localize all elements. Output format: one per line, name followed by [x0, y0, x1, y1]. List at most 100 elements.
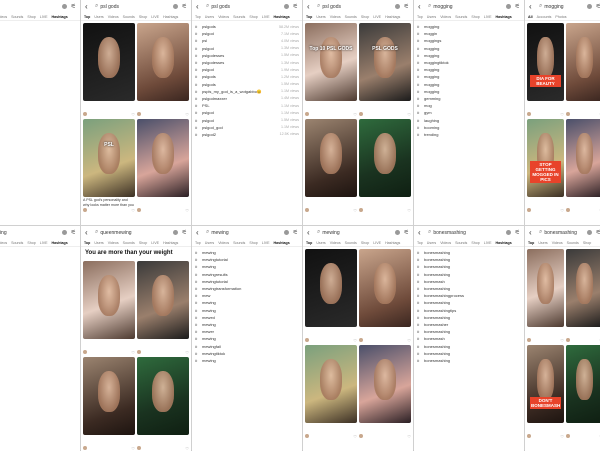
tab-shop[interactable]: Shop: [139, 241, 147, 245]
hashtag-row[interactable]: # bonesmashing: [417, 285, 521, 292]
video-thumbnail[interactable]: [83, 261, 135, 339]
avatar[interactable]: [305, 208, 309, 212]
hashtag-row[interactable]: # mewed: [195, 314, 299, 321]
hashtag-row[interactable]: # bonesmashing: [417, 256, 521, 263]
video-thumbnail[interactable]: [566, 119, 600, 197]
hashtag-row[interactable]: #: [0, 66, 77, 73]
avatar[interactable]: [527, 434, 531, 438]
hashtag-row[interactable]: # bonesmash: [417, 335, 521, 342]
hashtag-row[interactable]: # mew: [195, 292, 299, 299]
filter-icon[interactable]: ⚟: [182, 229, 187, 236]
hashtag-row[interactable]: # bonesmashing: [417, 249, 521, 256]
hashtag-row[interactable]: #: [0, 152, 77, 159]
tab-sounds[interactable]: Sounds: [567, 241, 579, 245]
heart-icon[interactable]: ♡: [353, 434, 357, 439]
clear-icon[interactable]: [172, 4, 178, 9]
tab-videos[interactable]: Videos: [108, 241, 119, 245]
avatar[interactable]: [566, 434, 570, 438]
filter-icon[interactable]: ⚟: [71, 3, 76, 10]
tab-videos[interactable]: Videos: [0, 241, 7, 245]
hashtag-row[interactable]: # bonesmashingprocess: [417, 292, 521, 299]
back-arrow-icon[interactable]: ‹: [529, 2, 535, 11]
video-thumbnail[interactable]: PSL: [83, 119, 135, 197]
search-input[interactable]: psl gods: [322, 4, 392, 10]
video-thumbnail[interactable]: [359, 119, 411, 197]
tab-hashtags[interactable]: Hashtags: [385, 241, 400, 245]
hashtag-row[interactable]: #: [0, 256, 77, 263]
tab-videos[interactable]: Videos: [218, 241, 229, 245]
tab-sounds[interactable]: Sounds: [455, 15, 467, 19]
avatar[interactable]: [305, 112, 309, 116]
heart-icon[interactable]: ♡: [353, 208, 357, 213]
tab-hashtags[interactable]: Hashtags: [163, 15, 178, 19]
tab-top[interactable]: Top: [306, 15, 312, 19]
video-card[interactable]: ♡: [83, 261, 135, 355]
video-thumbnail[interactable]: [137, 23, 189, 101]
avatar[interactable]: [83, 208, 87, 212]
hashtag-row[interactable]: # mewingfail: [195, 342, 299, 349]
back-arrow-icon[interactable]: ‹: [85, 2, 91, 11]
back-arrow-icon[interactable]: ‹: [307, 228, 313, 237]
hashtag-row[interactable]: #: [0, 378, 77, 385]
back-arrow-icon[interactable]: ‹: [418, 228, 424, 237]
hashtag-row[interactable]: # mewingtransformation: [195, 285, 299, 292]
video-thumbnail[interactable]: [305, 249, 357, 327]
avatar[interactable]: [83, 112, 87, 116]
heart-icon[interactable]: ♡: [560, 434, 564, 439]
avatar[interactable]: [305, 338, 309, 342]
hashtag-row[interactable]: #: [0, 81, 77, 88]
tab-shop[interactable]: Shop: [249, 15, 257, 19]
video-card[interactable]: ♡: [83, 23, 135, 117]
hashtag-row[interactable]: # bonesmash: [417, 278, 521, 285]
tab-live[interactable]: LIVE: [373, 15, 381, 19]
hashtag-row[interactable]: # mogging: [417, 23, 521, 30]
hashtag-row[interactable]: # mewing: [195, 263, 299, 270]
search-bar[interactable]: ‹ ⌕ psl gods ⚟: [303, 0, 413, 13]
hashtag-row[interactable]: # pslgodesses 1.5M views: [195, 52, 299, 59]
hashtag-row[interactable]: # bonesmashing: [417, 357, 521, 364]
hashtag-row[interactable]: #: [0, 400, 77, 407]
search-input[interactable]: psl gods: [100, 4, 170, 10]
hashtag-row[interactable]: # moggings: [417, 37, 521, 44]
video-thumbnail[interactable]: [359, 345, 411, 423]
hashtag-row[interactable]: #s: [0, 188, 77, 195]
video-card[interactable]: ♡: [137, 23, 189, 117]
hashtag-row[interactable]: # pslgod 1.9M views: [195, 66, 299, 73]
hashtag-row[interactable]: #: [0, 88, 77, 95]
video-card[interactable]: DIA FOR BEAUTY ♡: [527, 23, 564, 117]
avatar[interactable]: [527, 112, 531, 116]
video-card[interactable]: ♡: [359, 119, 411, 213]
hashtag-row[interactable]: #: [0, 145, 77, 152]
video-card[interactable]: ♡: [566, 249, 600, 343]
video-card[interactable]: ♡: [359, 345, 411, 439]
avatar[interactable]: [137, 446, 141, 450]
heart-icon[interactable]: ♡: [407, 338, 411, 343]
hashtag-row[interactable]: # pspls_my_god_is_a_wotgabbo😊 1.1M views: [195, 88, 299, 95]
filter-icon[interactable]: ⚟: [596, 229, 600, 236]
video-card[interactable]: ♡: [305, 345, 357, 439]
clear-icon[interactable]: [505, 230, 511, 235]
clear-icon[interactable]: [283, 230, 289, 235]
back-arrow-icon[interactable]: ‹: [85, 228, 91, 237]
search-bar[interactable]: ‹ ⌕ psl gods ⚟: [81, 0, 191, 13]
hashtag-row[interactable]: # pslgods 1.5M views: [195, 81, 299, 88]
video-thumbnail[interactable]: STOP GETTING MOGGED IN PICS: [527, 119, 564, 197]
hashtag-row[interactable]: # gym: [417, 109, 521, 116]
tab-videos[interactable]: Videos: [552, 241, 563, 245]
hashtag-row[interactable]: #: [0, 407, 77, 414]
search-input[interactable]: mewing: [0, 230, 60, 236]
heart-icon[interactable]: ♡: [407, 112, 411, 117]
tab-videos[interactable]: Videos: [440, 15, 451, 19]
hashtag-row[interactable]: # moggin: [417, 30, 521, 37]
clear-icon[interactable]: [394, 4, 400, 9]
search-input[interactable]: bonesmashing: [433, 230, 503, 236]
video-card[interactable]: ♡: [137, 119, 189, 213]
tab-top[interactable]: Top: [417, 241, 423, 245]
hashtag-row[interactable]: #: [0, 328, 77, 335]
avatar[interactable]: [527, 208, 531, 212]
search-input[interactable]: mewing: [322, 230, 392, 236]
hashtag-row[interactable]: #: [0, 116, 77, 123]
hashtag-row[interactable]: #: [0, 314, 77, 321]
hashtag-row[interactable]: # gemming: [417, 95, 521, 102]
heart-icon[interactable]: ♡: [407, 208, 411, 213]
